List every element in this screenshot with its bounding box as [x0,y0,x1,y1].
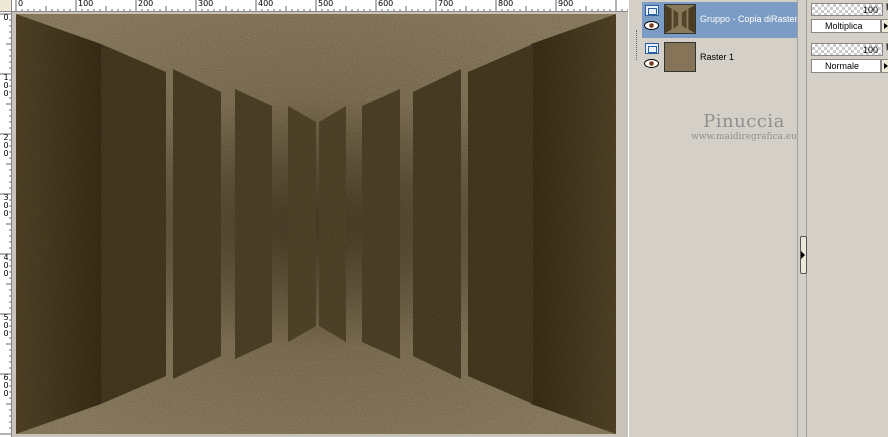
chevron-right-icon [801,251,805,259]
canvas-area[interactable]: 0 100 200 300 400 500 600 700 800 900 0 … [0,0,628,437]
blend-mode-select[interactable]: Moltiplica [811,19,881,33]
ruler-label: 300 [198,0,214,8]
image-canvas[interactable] [16,14,616,434]
watermark: Pinuccia www.maidiregrafica.eu [683,112,805,143]
blend-mode-select[interactable]: Normale [811,59,881,73]
ruler-corner [0,0,12,12]
panel-divider[interactable] [797,0,807,437]
ruler-label: 400 [258,0,274,8]
ruler-label: 0 [3,13,9,22]
ruler-label: 700 [438,0,454,8]
layers-palette: Gruppo - Copia diRaster Raster 1 [640,0,798,437]
layer-properties: 100 Moltiplica 100 Normale [807,0,888,437]
opacity-slider[interactable]: 100 [811,3,883,16]
opacity-value: 100 [862,45,878,55]
ruler-label: 900 [558,0,574,8]
ruler-label: 200 [138,0,154,8]
link-icon [883,43,888,52]
layer-thumbnail [664,42,696,72]
layer-properties-row: 100 Normale [811,40,888,76]
raster-layer-icon [645,5,659,16]
watermark-url: www.maidiregrafica.eu [691,132,797,142]
ruler-label: 300 [3,193,9,218]
opacity-slider[interactable]: 100 [811,43,883,56]
blend-dropdown-button[interactable] [881,19,888,33]
link-icon [883,3,888,12]
layer-row-raster-1[interactable]: Raster 1 [642,40,797,76]
layer-row-gruppo[interactable]: Gruppo - Copia diRaster [642,2,798,38]
collapse-handle[interactable] [800,236,807,274]
ruler-label: 200 [3,133,9,158]
raster-layer-icon [645,43,659,54]
canvas-scrollbar[interactable] [628,0,640,437]
ruler-label: 500 [3,313,9,338]
ruler-label: 500 [318,0,334,8]
ruler-label: 400 [3,253,9,278]
opacity-value: 100 [862,5,878,15]
watermark-name: Pinuccia [703,111,785,132]
ruler-label: 0 [18,0,24,8]
eye-icon[interactable] [644,21,659,30]
ruler-label: 800 [498,0,514,8]
ruler-label: 600 [378,0,394,8]
eye-icon[interactable] [644,59,659,68]
layer-tree-line [636,30,638,60]
ruler-label: 100 [78,0,94,8]
vertical-ruler: 0 100 200 300 400 500 600 [0,12,12,437]
blend-dropdown-button[interactable] [881,59,888,73]
horizontal-ruler: 0 100 200 300 400 500 600 700 800 900 [12,0,628,12]
ruler-label: 100 [3,73,9,98]
layer-name: Gruppo - Copia diRaster [700,14,798,24]
layer-properties-row: 100 Moltiplica [811,0,888,36]
layer-name: Raster 1 [700,52,735,62]
layer-thumbnail [664,4,696,34]
ruler-label: 600 [3,373,9,398]
